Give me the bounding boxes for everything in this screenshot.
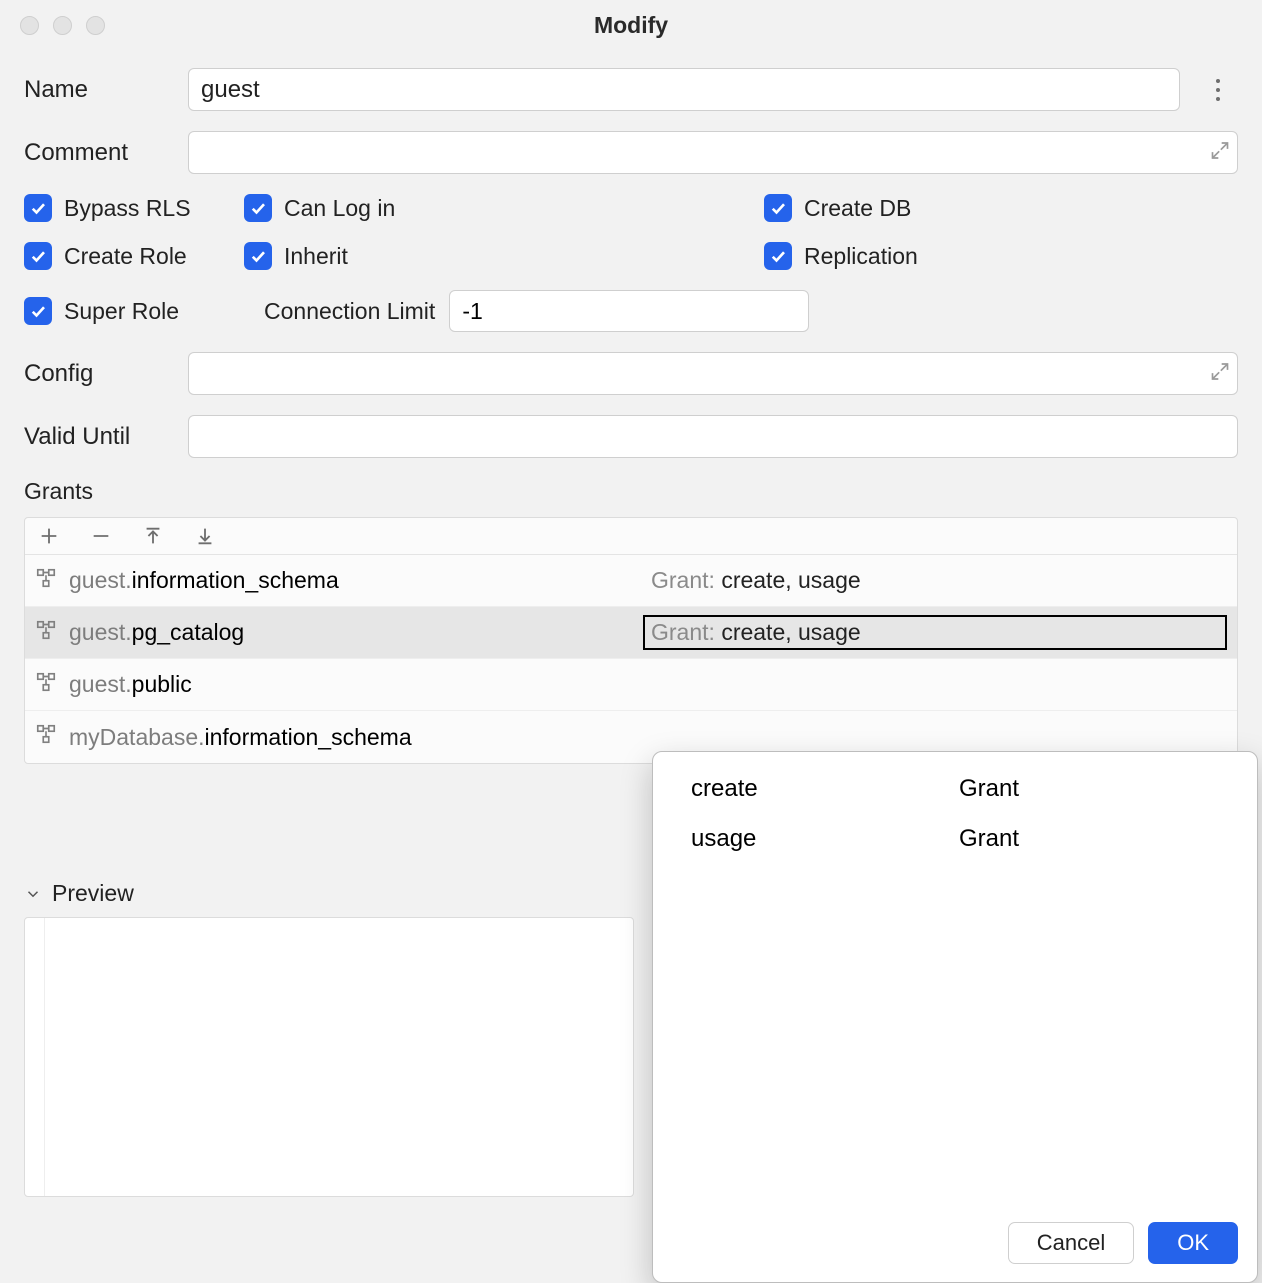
move-up-button[interactable] (141, 524, 165, 548)
grant-prefix: Grant: (651, 619, 721, 645)
grant-row[interactable]: guest.public (25, 659, 1237, 711)
grants-header: Grants (24, 478, 1238, 505)
grant-value-editor[interactable]: Grant: create, usage (643, 615, 1227, 650)
super-role-checkbox[interactable]: Super Role (24, 290, 244, 332)
create-db-checkbox[interactable]: Create DB (764, 194, 1238, 222)
chevron-down-icon (24, 885, 42, 903)
permission-kind: Grant (959, 775, 1019, 803)
cancel-button[interactable]: Cancel (1008, 1222, 1134, 1264)
schema-icon (35, 619, 63, 647)
expand-icon[interactable] (1210, 140, 1230, 165)
create-role-checkbox[interactable]: Create Role (24, 242, 244, 270)
connection-limit-label: Connection Limit (264, 298, 435, 325)
replication-label: Replication (804, 243, 918, 270)
grants-panel: guest.information_schema Grant: create, … (24, 517, 1238, 764)
name-label: Name (24, 76, 188, 104)
remove-button[interactable] (89, 524, 113, 548)
inherit-label: Inherit (284, 243, 348, 270)
grant-row[interactable]: guest.information_schema Grant: create, … (25, 555, 1237, 607)
create-role-label: Create Role (64, 243, 187, 270)
preview-label: Preview (52, 880, 134, 907)
grant-option[interactable]: usage Grant (653, 814, 1257, 864)
add-button[interactable] (37, 524, 61, 548)
minimize-window-icon[interactable] (53, 16, 72, 35)
valid-until-label: Valid Until (24, 423, 188, 451)
editor-gutter (25, 918, 45, 1196)
config-input[interactable] (188, 352, 1238, 395)
expand-icon[interactable] (1210, 361, 1230, 386)
grant-db: guest. (69, 619, 132, 646)
bypass-rls-label: Bypass RLS (64, 195, 191, 222)
config-label: Config (24, 360, 188, 388)
grant-db: guest. (69, 567, 132, 594)
permission-name: create (691, 775, 959, 803)
name-input[interactable] (188, 68, 1180, 111)
close-window-icon[interactable] (20, 16, 39, 35)
preview-area[interactable] (24, 917, 634, 1197)
inherit-checkbox[interactable]: Inherit (244, 242, 764, 270)
comment-label: Comment (24, 139, 188, 167)
grant-schema: public (132, 671, 192, 698)
ok-button[interactable]: OK (1148, 1222, 1238, 1264)
grant-option[interactable]: create Grant (653, 764, 1257, 814)
grant-schema: information_schema (132, 567, 339, 594)
grant-options-popup[interactable]: create Grant usage Grant (652, 751, 1258, 1283)
permission-kind: Grant (959, 825, 1019, 853)
bypass-rls-checkbox[interactable]: Bypass RLS (24, 194, 244, 222)
replication-checkbox[interactable]: Replication (764, 242, 1238, 270)
can-log-in-checkbox[interactable]: Can Log in (244, 194, 764, 222)
zoom-window-icon[interactable] (86, 16, 105, 35)
more-options-button[interactable] (1198, 70, 1238, 110)
move-down-button[interactable] (193, 524, 217, 548)
can-log-in-label: Can Log in (284, 195, 395, 222)
schema-icon (35, 671, 63, 699)
grant-schema: information_schema (205, 724, 412, 751)
super-role-label: Super Role (64, 298, 179, 325)
connection-limit-input[interactable] (449, 290, 809, 332)
window-title: Modify (0, 12, 1262, 39)
grant-db: guest. (69, 671, 132, 698)
grant-value: create, usage (721, 619, 860, 645)
grant-schema: pg_catalog (132, 619, 245, 646)
schema-icon (35, 723, 63, 751)
grant-row[interactable]: guest.pg_catalog Grant: create, usage (25, 607, 1237, 659)
permission-name: usage (691, 825, 959, 853)
grant-value: create, usage (721, 567, 860, 593)
grant-prefix: Grant: (651, 567, 721, 593)
create-db-label: Create DB (804, 195, 911, 222)
window-controls[interactable] (20, 16, 105, 35)
grant-db: myDatabase. (69, 724, 205, 751)
valid-until-input[interactable] (188, 415, 1238, 458)
comment-input[interactable] (188, 131, 1238, 174)
schema-icon (35, 567, 63, 595)
